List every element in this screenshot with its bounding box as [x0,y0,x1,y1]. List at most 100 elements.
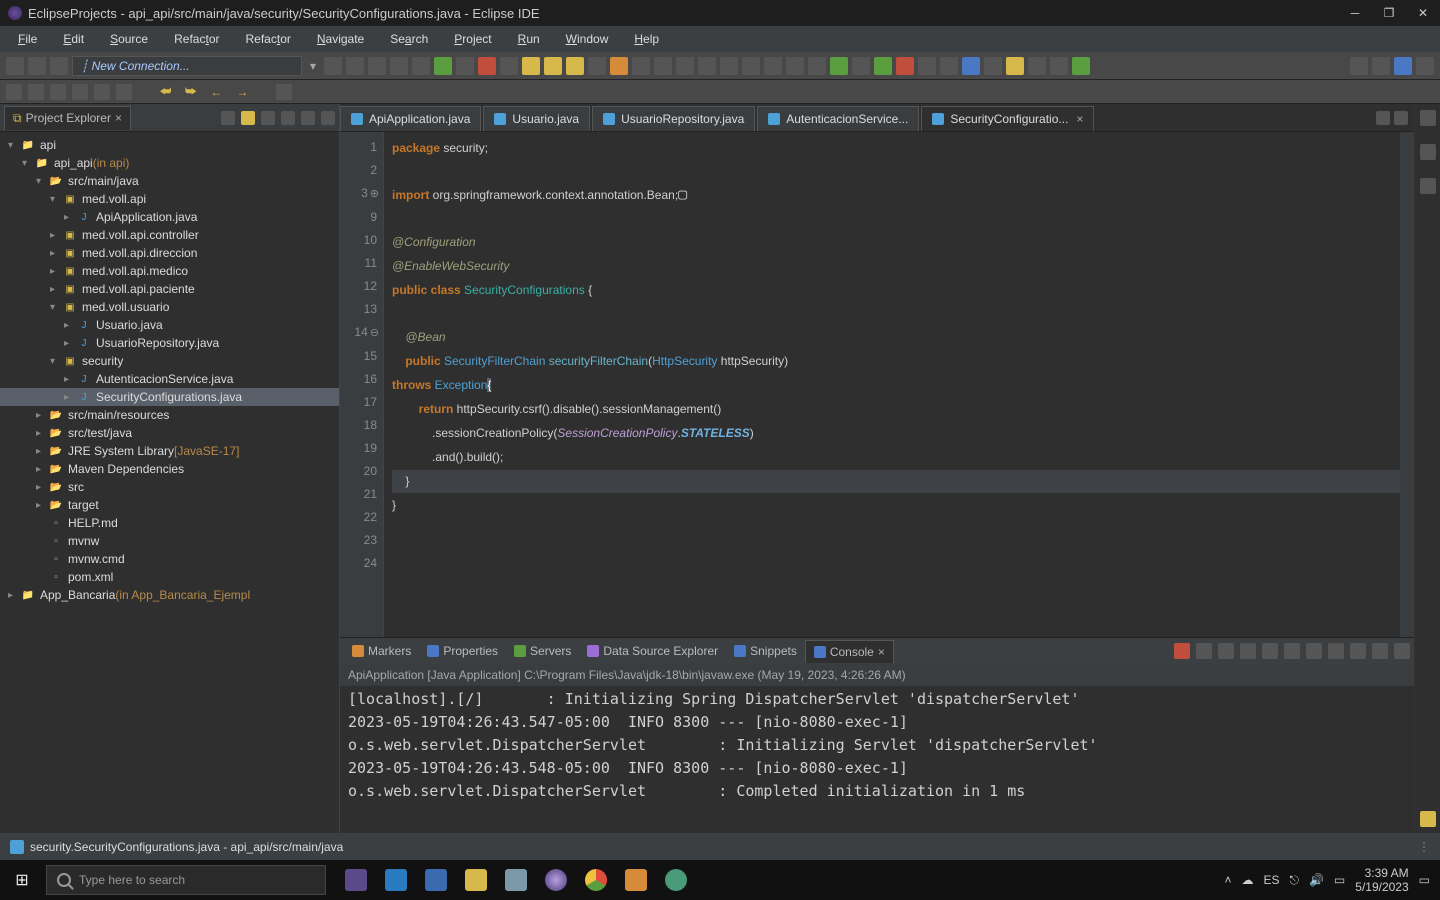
tree-item[interactable]: ▫mvnw [0,532,339,550]
nav-forward-icon[interactable]: ⮩ [181,84,200,99]
save-all-icon[interactable] [50,57,68,75]
tree-item[interactable]: ▸JUsuarioRepository.java [0,334,339,352]
tree-item[interactable]: ▸📂target [0,496,339,514]
menu-refactor[interactable]: Refactor [162,29,231,49]
debug-pause-icon[interactable] [456,57,474,75]
menu-refactor-2[interactable]: Refactor [233,29,302,49]
tray-onedrive-icon[interactable]: ☁ [1241,873,1253,887]
word-wrap-icon[interactable] [1284,643,1300,659]
maximize-console-icon[interactable] [1394,643,1410,659]
toolbar-icon[interactable] [28,84,44,100]
toolbar-icon[interactable] [1028,57,1046,75]
app-icon[interactable] [498,862,534,898]
save-icon[interactable] [28,57,46,75]
chrome-icon[interactable] [578,862,614,898]
view-menu-icon[interactable] [281,111,295,125]
toolbar-icon[interactable] [698,57,716,75]
tree-item[interactable]: ▾▣med.voll.usuario [0,298,339,316]
toolbar-icon[interactable] [786,57,804,75]
tree-item[interactable]: ▸JSecurityConfigurations.java [0,388,339,406]
toolbar-icon[interactable] [742,57,760,75]
minimize-console-icon[interactable] [1372,643,1388,659]
tree-item[interactable]: ▸▣med.voll.api.medico [0,262,339,280]
nav-forward2-icon[interactable]: → [232,85,252,99]
tree-item[interactable]: ▾📁api_api (in api) [0,154,339,172]
app-icon[interactable] [658,862,694,898]
tree-item[interactable]: ▸📁App_Bancaria (in App_Bancaria_Ejempl [0,586,339,604]
perspective-icon[interactable] [1372,57,1390,75]
terminate-icon[interactable] [1174,643,1190,659]
app-icon[interactable] [338,862,374,898]
tray-wifi-icon[interactable]: ⎋ [1289,873,1299,888]
toolbar-icon[interactable] [852,57,870,75]
outline-view-icon[interactable] [1420,110,1436,126]
status-menu-icon[interactable]: ⋮ [1418,840,1430,854]
close-tab-icon[interactable]: × [1076,112,1083,126]
notification-icon[interactable]: ▭ [1419,873,1430,887]
tree-item[interactable]: ▸📂src [0,478,339,496]
debug-stop-icon[interactable] [478,57,496,75]
toolbar-icon[interactable] [94,84,110,100]
taskbar-clock[interactable]: 3:39 AM 5/19/2023 [1355,866,1408,894]
close-button[interactable]: ✕ [1414,6,1432,20]
pin-console-icon[interactable] [1306,643,1322,659]
debug-perspective-icon[interactable] [1416,57,1434,75]
step-into-icon[interactable] [522,57,540,75]
editor-tab[interactable]: Usuario.java [483,106,590,131]
tray-chevron-icon[interactable]: ˄ [1224,873,1231,887]
toolbar-icon[interactable] [676,57,694,75]
editor-tab[interactable]: SecurityConfiguratio...× [921,106,1094,131]
eclipse-app-icon[interactable] [538,862,574,898]
tray-volume-icon[interactable]: 🔊 [1309,873,1324,887]
app-icon[interactable] [418,862,454,898]
close-tab-icon[interactable]: × [878,645,885,659]
tree-item[interactable]: ▸📂src/test/java [0,424,339,442]
debug-resume-icon[interactable] [434,57,452,75]
tip-icon[interactable] [1420,811,1436,827]
display-console-icon[interactable] [1328,643,1344,659]
maximize-editor-icon[interactable] [1394,111,1408,125]
toolbar-icon[interactable] [984,57,1002,75]
code-editor[interactable]: 123⊕91011121314⊖15161718192021222324 pac… [340,132,1414,637]
toolbar-icon[interactable] [940,57,958,75]
menu-edit[interactable]: Edit [51,29,96,49]
toolbar-icon[interactable] [324,57,342,75]
tray-battery-icon[interactable]: ▭ [1334,873,1345,887]
toolbar-icon[interactable] [116,84,132,100]
project-tree[interactable]: ▾📁api▾📁api_api (in api)▾📂src/main/java▾▣… [0,132,339,833]
start-button[interactable]: ⊞ [0,860,44,900]
pin-icon[interactable] [276,84,292,100]
project-explorer-tab[interactable]: ⧉ Project Explorer × [4,106,131,130]
toolbar-icon[interactable] [764,57,782,75]
bottom-tab-servers[interactable]: Servers [506,640,579,662]
open-type-icon[interactable] [1006,57,1024,75]
remove-launch-icon[interactable] [1196,643,1212,659]
remove-all-icon[interactable] [1218,643,1234,659]
step-over-icon[interactable] [544,57,562,75]
toolbar-icon[interactable] [1072,57,1090,75]
bottom-tab-markers[interactable]: Markers [344,640,419,662]
task-list-icon[interactable] [1420,144,1436,160]
tree-item[interactable]: ▫pom.xml [0,568,339,586]
console-output[interactable]: [localhost].[/] : Initializing Spring Di… [340,686,1414,833]
tree-item[interactable]: ▸📂Maven Dependencies [0,460,339,478]
debug-bug-icon[interactable] [632,57,650,75]
tree-item[interactable]: ▫HELP.md [0,514,339,532]
toolbar-icon[interactable] [346,57,364,75]
bottom-tab-data-source-explorer[interactable]: Data Source Explorer [579,640,726,662]
editor-tab[interactable]: ApiApplication.java [340,106,481,131]
tree-item[interactable]: ▾📁api [0,136,339,154]
minimize-button[interactable]: ─ [1346,6,1364,20]
toolbar-icon[interactable] [390,57,408,75]
collapse-all-icon[interactable] [241,111,255,125]
tree-item[interactable]: ▸JApiApplication.java [0,208,339,226]
toolbar-icon[interactable] [368,57,386,75]
menu-help[interactable]: Help [622,29,671,49]
tree-item[interactable]: ▸▣med.voll.api.paciente [0,280,339,298]
tree-item[interactable]: ▸📂src/main/resources [0,406,339,424]
nav-back-icon[interactable]: ⮨ [156,84,175,99]
java-perspective-icon[interactable] [1394,57,1412,75]
close-view-icon[interactable]: × [115,111,122,125]
toolbar-icon[interactable] [808,57,826,75]
bottom-tab-properties[interactable]: Properties [419,640,506,662]
